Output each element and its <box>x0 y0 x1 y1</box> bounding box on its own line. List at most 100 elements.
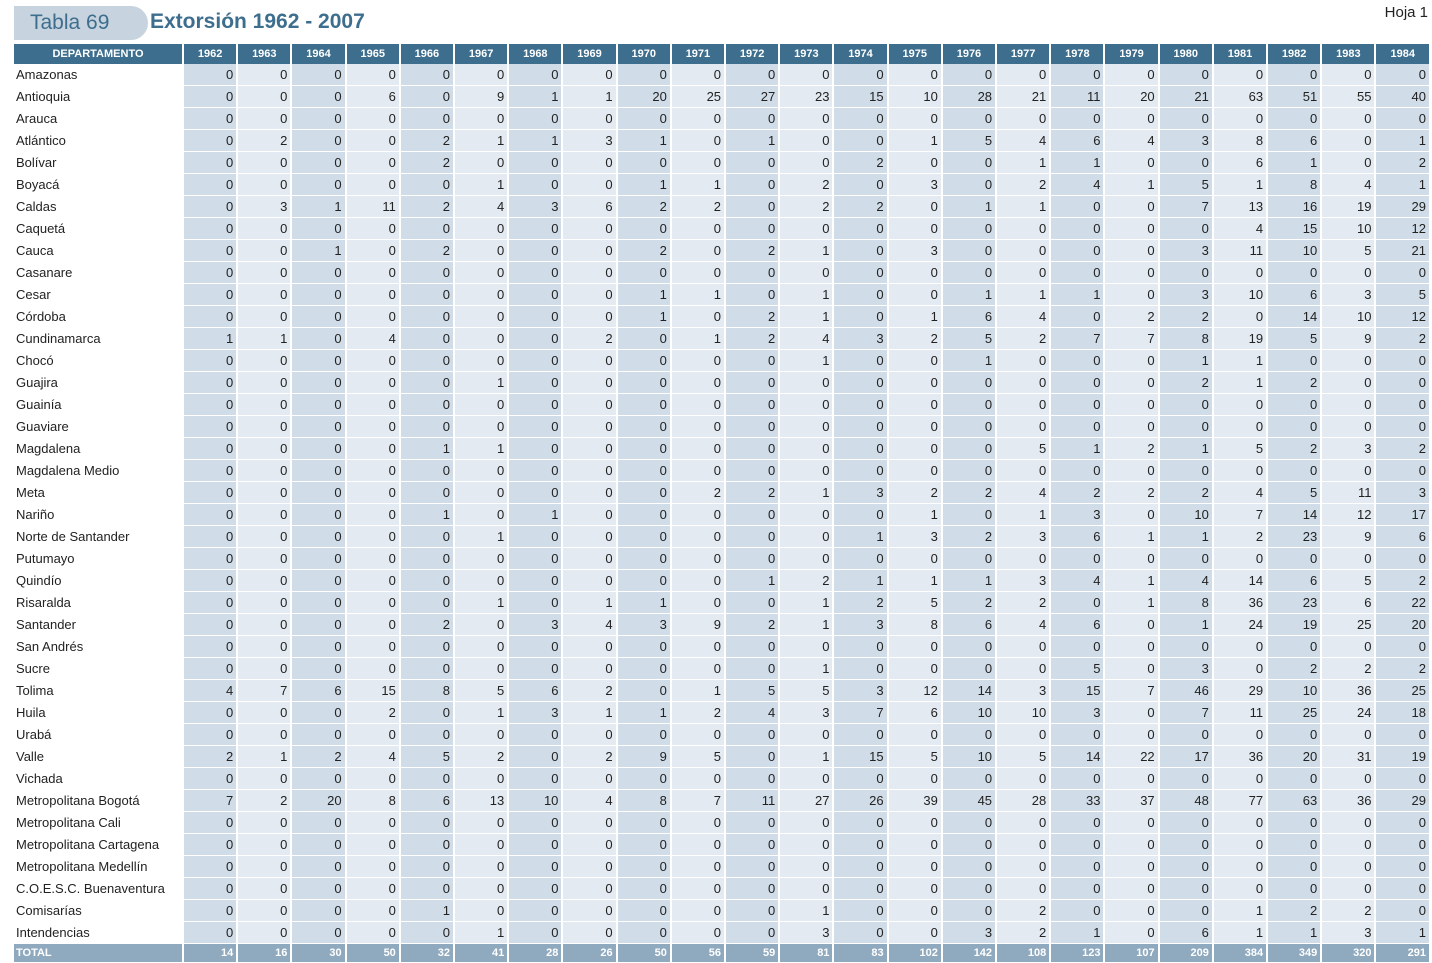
cell-value: 3 <box>237 195 293 218</box>
cell-value: 1 <box>562 701 618 724</box>
cell-value: 3 <box>508 613 564 636</box>
cell-value: 0 <box>1321 64 1377 86</box>
cell-value: 0 <box>779 855 835 878</box>
cell-value: 29 <box>1375 195 1431 218</box>
cell-value: 2 <box>399 239 456 262</box>
cell-value: 0 <box>291 723 347 746</box>
cell-value: 2 <box>1375 569 1431 592</box>
cell-value: 0 <box>291 217 347 240</box>
cell-value: 3 <box>1158 283 1214 306</box>
cell-value: 24 <box>1212 613 1269 636</box>
cell-value: 0 <box>345 217 401 240</box>
cell-value: 15 <box>833 745 889 768</box>
cell-value: 0 <box>454 503 510 526</box>
cell-value: 0 <box>1104 635 1160 658</box>
column-header-year: 1964 <box>291 44 347 64</box>
table-row: Putumayo 0 0 0 0 0 0 0 0 0 0 0 0 0 0 0 0 0 0 0 0 0 0 0 <box>14 547 1431 570</box>
cell-value: 0 <box>1104 239 1160 262</box>
cell-value: 8 <box>616 789 672 812</box>
cell-value: 0 <box>941 371 998 394</box>
cell-value: 0 <box>725 195 781 218</box>
cell-value: 0 <box>345 833 401 856</box>
cell-value: 2 <box>725 481 781 504</box>
department-name: Caldas <box>14 195 184 218</box>
cell-value: 0 <box>996 855 1052 878</box>
cell-value: 0 <box>887 723 943 746</box>
cell-value: 0 <box>399 855 456 878</box>
cell-value: 3 <box>1321 437 1377 460</box>
cell-value: 0 <box>1321 107 1377 130</box>
cell-value: 0 <box>725 833 781 856</box>
cell-value: 0 <box>1158 393 1214 416</box>
cell-value: 6 <box>399 789 456 812</box>
cell-value: 83 <box>833 943 889 963</box>
department-name: Norte de Santander <box>14 525 184 548</box>
cell-value: 0 <box>291 921 347 944</box>
cell-value: 2 <box>941 591 998 614</box>
cell-value: 2 <box>1104 481 1160 504</box>
cell-value: 0 <box>1158 261 1214 284</box>
cell-value: 20 <box>291 789 347 812</box>
cell-value: 0 <box>1321 459 1377 482</box>
cell-value: 0 <box>237 283 293 306</box>
cell-value: 0 <box>1104 371 1160 394</box>
cell-value: 0 <box>833 393 889 416</box>
table-row: Arauca 0 0 0 0 0 0 0 0 0 0 0 0 0 0 0 0 0 0 0 0 0 0 0 <box>14 107 1431 130</box>
cell-value: 0 <box>399 525 456 548</box>
cell-value: 0 <box>454 899 510 922</box>
cell-value: 2 <box>779 195 835 218</box>
cell-value: 0 <box>1050 415 1106 438</box>
cell-value: 0 <box>1104 767 1160 790</box>
cell-value: 3 <box>941 921 998 944</box>
cell-value: 0 <box>1212 657 1269 680</box>
cell-value: 0 <box>562 525 618 548</box>
cell-value: 5 <box>996 745 1052 768</box>
extortion-table: DEPARTAMENTO 1962 1963 1964 1965 1966 1967 196… <box>14 44 1431 963</box>
cell-value: 0 <box>1375 877 1431 900</box>
cell-value: 5 <box>996 437 1052 460</box>
cell-value: 0 <box>1267 723 1323 746</box>
cell-value: 0 <box>616 899 672 922</box>
department-name: Cesar <box>14 283 184 306</box>
cell-value: 0 <box>508 877 564 900</box>
cell-value: 0 <box>183 173 239 196</box>
cell-value: 0 <box>562 349 618 372</box>
cell-value: 0 <box>291 877 347 900</box>
cell-value: 8 <box>1212 129 1269 152</box>
cell-value: 1 <box>454 437 510 460</box>
cell-value: 0 <box>887 767 943 790</box>
cell-value: 0 <box>237 393 293 416</box>
cell-value: 0 <box>670 811 727 834</box>
cell-value: 0 <box>345 811 401 834</box>
cell-value: 0 <box>1050 64 1106 86</box>
cell-value: 0 <box>670 305 727 328</box>
cell-value: 0 <box>237 481 293 504</box>
cell-value: 0 <box>237 635 293 658</box>
cell-value: 0 <box>237 855 293 878</box>
cell-value: 0 <box>345 261 401 284</box>
department-name: Guainía <box>14 393 184 416</box>
cell-value: 0 <box>454 613 510 636</box>
cell-value: 0 <box>183 833 239 856</box>
cell-value: 11 <box>725 789 781 812</box>
cell-value: 0 <box>779 833 835 856</box>
cell-value: 12 <box>1375 305 1431 328</box>
cell-value: 2 <box>1104 305 1160 328</box>
department-name: Metropolitana Cali <box>14 811 184 834</box>
cell-value: 15 <box>1267 217 1323 240</box>
cell-value: 3 <box>1321 283 1377 306</box>
cell-value: 1 <box>1212 899 1269 922</box>
cell-value: 0 <box>779 811 835 834</box>
cell-value: 0 <box>670 371 727 394</box>
department-name: Boyacá <box>14 173 184 196</box>
cell-value: 1 <box>616 591 672 614</box>
cell-value: 0 <box>345 855 401 878</box>
cell-value: 40 <box>1375 85 1431 108</box>
cell-value: 50 <box>616 943 672 963</box>
cell-value: 0 <box>1375 371 1431 394</box>
cell-value: 0 <box>670 217 727 240</box>
cell-value: 0 <box>183 129 239 152</box>
cell-value: 11 <box>1050 85 1106 108</box>
cell-value: 2 <box>399 613 456 636</box>
cell-value: 59 <box>725 943 781 963</box>
